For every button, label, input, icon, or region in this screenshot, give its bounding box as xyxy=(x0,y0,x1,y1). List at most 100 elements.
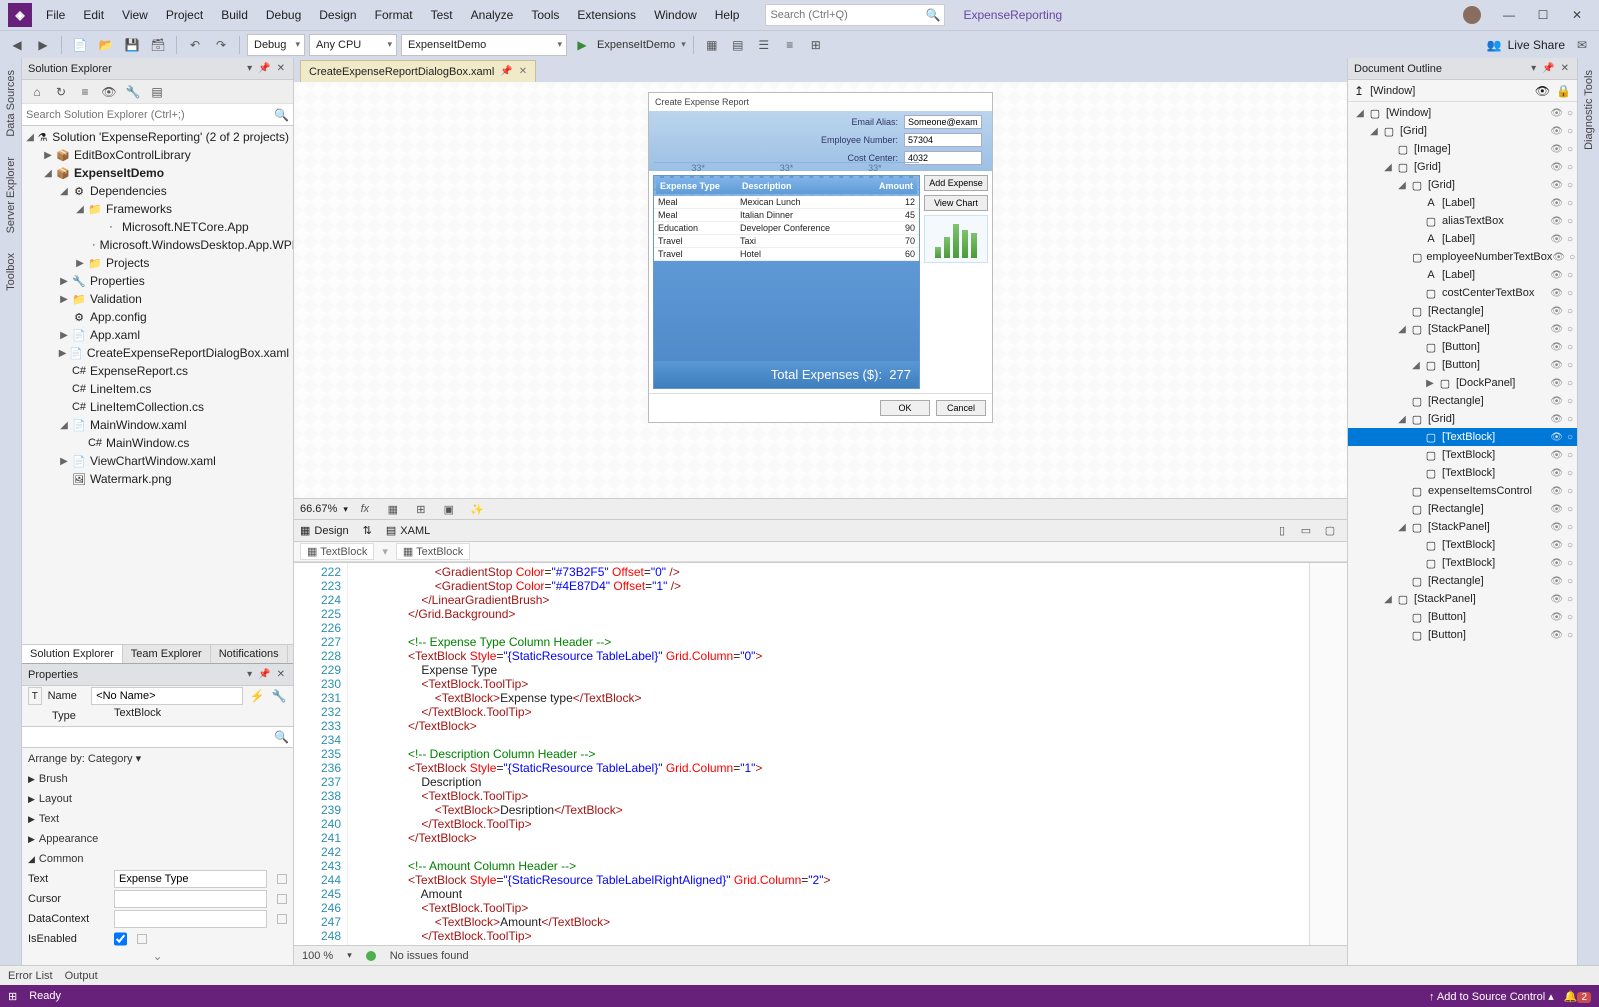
pin-icon[interactable]: 📌 xyxy=(256,669,272,680)
eye-icon[interactable]: 👁 xyxy=(1550,108,1563,119)
outline-item[interactable]: ◢▢[Grid]👁○ xyxy=(1348,158,1577,176)
menu-project[interactable]: Project xyxy=(158,4,211,26)
eye-icon[interactable]: 👁 xyxy=(1550,540,1563,551)
tree-item[interactable]: C#LineItem.cs xyxy=(22,380,293,398)
undo-icon[interactable]: ↶ xyxy=(184,34,206,56)
outline-item[interactable]: ▢[Image]👁○ xyxy=(1348,140,1577,158)
properties-icon[interactable]: 🔧 xyxy=(122,81,144,103)
pin-icon[interactable]: 📌 xyxy=(1540,63,1556,74)
menu-view[interactable]: View xyxy=(114,4,156,26)
outline-item[interactable]: A[Label]👁○ xyxy=(1348,194,1577,212)
lock-icon[interactable]: ○ xyxy=(1567,504,1573,515)
eye-icon[interactable]: 👁 xyxy=(1550,432,1563,443)
menu-debug[interactable]: Debug xyxy=(258,4,309,26)
outline-item[interactable]: ▢[Button]👁○ xyxy=(1348,608,1577,626)
eye-icon[interactable]: 👁 xyxy=(1550,522,1563,533)
form-input[interactable] xyxy=(904,133,982,147)
lock-icon[interactable]: ○ xyxy=(1567,576,1573,587)
col-amount[interactable]: Amount xyxy=(873,181,913,191)
tree-item[interactable]: ▶📄CreateExpenseReportDialogBox.xaml xyxy=(22,344,293,362)
eye-icon[interactable]: 👁 xyxy=(1550,504,1563,515)
eye-icon[interactable]: 👁 xyxy=(1550,396,1563,407)
eye-icon[interactable]: 👁 xyxy=(1550,612,1563,623)
menu-test[interactable]: Test xyxy=(423,4,461,26)
search-icon[interactable]: 🔍 xyxy=(274,730,289,744)
code-content[interactable]: <GradientStop Color="#73B2F5" Offset="0"… xyxy=(348,563,1309,945)
lock-icon[interactable]: ○ xyxy=(1567,180,1573,191)
tree-item[interactable]: C#LineItemCollection.cs xyxy=(22,398,293,416)
close-icon[interactable]: ✕ xyxy=(275,63,287,74)
tree-item[interactable]: ▶📄ViewChartWindow.xaml xyxy=(22,452,293,470)
collapse-icon[interactable]: ▢ xyxy=(1319,520,1341,542)
eye-icon[interactable]: 👁 xyxy=(1552,252,1565,263)
breadcrumb-item[interactable]: ▦ TextBlock xyxy=(396,543,470,560)
notifications-button[interactable]: 🔔2 xyxy=(1564,990,1591,1003)
eye-icon[interactable]: 👁 xyxy=(1550,288,1563,299)
outline-item[interactable]: ▢[TextBlock]👁○ xyxy=(1348,428,1577,446)
prop-field[interactable] xyxy=(114,910,267,928)
col-expense-type[interactable]: Expense Type xyxy=(660,181,742,191)
new-icon[interactable]: 📄 xyxy=(69,34,91,56)
tree-item[interactable]: ◢⚙Dependencies xyxy=(22,182,293,200)
menu-window[interactable]: Window xyxy=(646,4,705,26)
prop-category[interactable]: ◢ Common xyxy=(22,849,293,869)
tree-item[interactable]: ◢📁Frameworks xyxy=(22,200,293,218)
sidetab-toolbox[interactable]: Toolbox xyxy=(3,249,19,295)
eye-icon[interactable]: 👁 xyxy=(1550,450,1563,461)
platform-dropdown[interactable]: Any CPU xyxy=(309,34,397,56)
lock-icon[interactable]: ○ xyxy=(1567,108,1573,119)
snap-icon[interactable]: ⊞ xyxy=(410,498,432,520)
eye-icon[interactable]: 👁 xyxy=(1550,162,1563,173)
outline-item[interactable]: ▢[TextBlock]👁○ xyxy=(1348,536,1577,554)
outline-item[interactable]: ▢[Rectangle]👁○ xyxy=(1348,392,1577,410)
eye-icon[interactable]: 👁 xyxy=(1550,630,1563,641)
open-icon[interactable]: 📂 xyxy=(95,34,117,56)
menu-tools[interactable]: Tools xyxy=(523,4,567,26)
tree-item[interactable]: ▶🔧Properties xyxy=(22,272,293,290)
collapse-icon[interactable]: ≡ xyxy=(74,81,96,103)
lock-icon[interactable]: ○ xyxy=(1567,414,1573,425)
tree-item[interactable]: C#ExpenseReport.cs xyxy=(22,362,293,380)
lock-icon[interactable]: ○ xyxy=(1567,288,1573,299)
grid-icon[interactable]: ▦ xyxy=(382,498,404,520)
tool-icon[interactable]: ☰ xyxy=(753,34,775,56)
ok-button[interactable]: OK xyxy=(880,400,930,416)
prop-field[interactable] xyxy=(114,890,267,908)
se-search[interactable]: 🔍 xyxy=(22,104,293,126)
tab-team-explorer[interactable]: Team Explorer xyxy=(123,645,211,663)
form-input[interactable] xyxy=(904,115,982,129)
eye-icon[interactable]: 👁 xyxy=(1550,144,1563,155)
lock-icon[interactable]: ○ xyxy=(1567,630,1573,641)
outline-item[interactable]: ◢▢[Button]👁○ xyxy=(1348,356,1577,374)
outline-item[interactable]: ◢▢[StackPanel]👁○ xyxy=(1348,320,1577,338)
lock-icon[interactable]: ○ xyxy=(1567,126,1573,137)
document-tab[interactable]: CreateExpenseReportDialogBox.xaml 📌 ✕ xyxy=(300,60,536,82)
lock-icon[interactable]: ○ xyxy=(1567,198,1573,209)
lock-icon[interactable]: ○ xyxy=(1567,324,1573,335)
show-all-icon[interactable]: 👁 xyxy=(98,81,120,103)
solution-root[interactable]: ◢⚗Solution 'ExpenseReporting' (2 of 2 pr… xyxy=(22,128,293,146)
lock-icon[interactable]: ○ xyxy=(1567,486,1573,497)
tab-design[interactable]: ▦ Design xyxy=(300,524,349,537)
outline-item[interactable]: ◢▢[StackPanel]👁○ xyxy=(1348,590,1577,608)
minimap[interactable] xyxy=(1309,563,1347,945)
pin-icon[interactable]: 📌 xyxy=(500,66,512,77)
preview-icon[interactable]: ▤ xyxy=(146,81,168,103)
tab-notifications[interactable]: Notifications xyxy=(211,645,288,663)
eye-icon[interactable]: 👁 xyxy=(1550,486,1563,497)
search-icon[interactable]: 🔍 xyxy=(274,108,289,122)
dropdown-icon[interactable]: ▾ xyxy=(245,63,254,74)
outline-item[interactable]: ◢▢[StackPanel]👁○ xyxy=(1348,518,1577,536)
eye-icon[interactable]: 👁 xyxy=(1550,216,1563,227)
lock-icon[interactable]: ○ xyxy=(1569,252,1575,263)
outline-item[interactable]: ▢[Rectangle]👁○ xyxy=(1348,572,1577,590)
chevron-down-icon[interactable]: ⌄ xyxy=(22,949,293,963)
close-icon[interactable]: ✕ xyxy=(1559,63,1571,74)
breadcrumb-item[interactable]: ▦ TextBlock xyxy=(300,543,374,560)
run-label[interactable]: ExpenseItDemo xyxy=(597,39,675,51)
play-icon[interactable]: ▶ xyxy=(571,34,593,56)
arrange-by[interactable]: Arrange by: Category ▾ xyxy=(22,748,293,769)
tree-item[interactable]: ◢📄MainWindow.xaml xyxy=(22,416,293,434)
close-button[interactable]: ✕ xyxy=(1563,5,1591,25)
col-description[interactable]: Description xyxy=(742,181,873,191)
